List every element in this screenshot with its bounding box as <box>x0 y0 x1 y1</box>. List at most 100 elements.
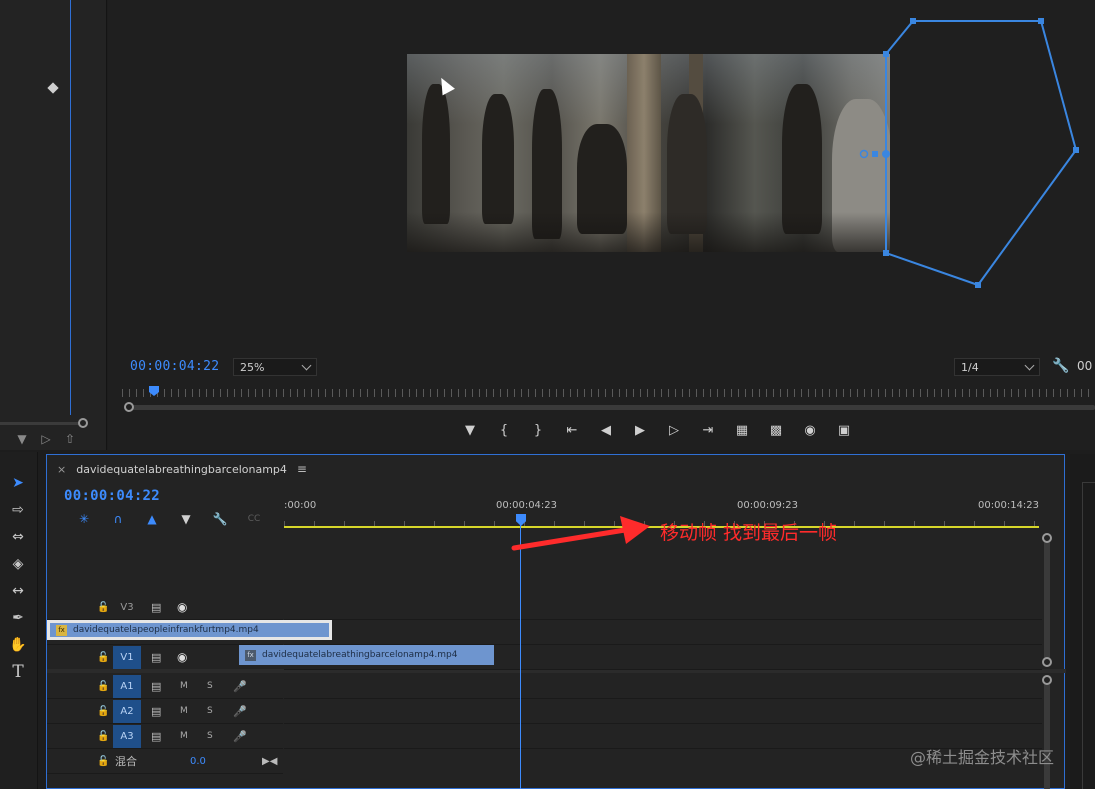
play-icon[interactable]: ▶ <box>623 420 657 440</box>
sync-lock-film-icon[interactable]: ▤ <box>151 680 161 693</box>
solo-button[interactable]: S <box>207 706 213 716</box>
filter-icon[interactable]: ▼ <box>14 432 30 446</box>
eye-icon[interactable]: ◉ <box>177 650 187 664</box>
microphone-icon[interactable]: 🎤 <box>233 680 247 693</box>
lock-icon[interactable]: 🔓 <box>97 652 109 663</box>
playback-resolution-select[interactable]: 1/4 <box>954 358 1040 376</box>
effect-controls-tools: ▼ ▷ ⇧ <box>14 432 78 446</box>
sync-lock-film-icon[interactable]: ▤ <box>151 730 161 743</box>
lane-a2[interactable] <box>284 699 1042 724</box>
slip-tool-icon[interactable]: ↔ <box>6 580 30 602</box>
compare-view-icon[interactable]: ▣ <box>827 420 861 440</box>
video-preview[interactable] <box>407 54 890 252</box>
go-to-out-icon[interactable]: ⇥ <box>691 420 725 440</box>
nest-sequence-icon[interactable]: ✳ <box>67 511 101 527</box>
close-icon[interactable]: × <box>57 463 66 476</box>
lane-v2[interactable] <box>284 620 1042 645</box>
mask-vertex[interactable] <box>1038 18 1044 24</box>
solo-button[interactable]: S <box>207 731 213 741</box>
track-header-v3[interactable]: 🔓 V3 ▤ ◉ <box>47 595 283 620</box>
zoom-level-select[interactable]: 25% <box>233 358 317 376</box>
ripple-edit-tool-icon[interactable]: ⇔ <box>6 526 30 548</box>
lane-v3[interactable] <box>284 595 1042 620</box>
overwrite-icon[interactable]: ▩ <box>759 420 793 440</box>
pen-tool-icon[interactable]: ✒ <box>6 607 30 629</box>
go-to-end-icon[interactable]: ▶◀ <box>262 756 277 767</box>
microphone-icon[interactable]: 🎤 <box>233 730 247 743</box>
clip-v2[interactable]: fx davidequatelapeopleinfrankfurtmp4.mp4 <box>47 620 332 640</box>
sync-lock-film-icon[interactable]: ▤ <box>151 651 161 664</box>
track-header-a2[interactable]: 🔓 A2 ▤ M S 🎤 <box>47 699 283 724</box>
program-monitor: 00:00:04:22 25% 1/4 🔧 00 ▼ { } ⇤ ◀ ▶ ▷ ⇥… <box>108 0 1095 450</box>
lock-icon[interactable]: 🔓 <box>97 731 109 742</box>
track-header-a3[interactable]: 🔓 A3 ▤ M S 🎤 <box>47 724 283 749</box>
keyframe-icon[interactable] <box>47 82 59 94</box>
lock-icon[interactable]: 🔓 <box>97 756 109 767</box>
lane-a1[interactable] <box>284 674 1042 699</box>
scroll-knob[interactable] <box>1042 675 1052 685</box>
sync-lock-film-icon[interactable]: ▤ <box>151 705 161 718</box>
lock-icon[interactable]: 🔓 <box>97 706 109 717</box>
eye-icon[interactable]: ◉ <box>177 600 187 614</box>
add-marker-icon[interactable]: ▼ <box>453 420 487 440</box>
settings-wrench-icon[interactable]: 🔧 <box>1052 358 1069 374</box>
clip-v1[interactable]: fx davidequatelabreathingbarcelonamp4.mp… <box>239 645 494 665</box>
type-tool-icon[interactable]: T <box>6 661 30 683</box>
effect-controls-playhead[interactable] <box>70 0 71 415</box>
track-name[interactable]: V1 <box>113 645 141 669</box>
scroll-track-audio <box>1044 681 1050 789</box>
scroll-knob[interactable] <box>1042 657 1052 667</box>
track-select-tool-icon[interactable]: ⇨ <box>6 499 30 521</box>
play-audio-icon[interactable]: ▷ <box>38 432 54 446</box>
mute-button[interactable]: M <box>180 681 188 691</box>
mark-in-icon[interactable]: { <box>487 420 521 440</box>
mask-vertex[interactable] <box>1073 147 1079 153</box>
sequence-name[interactable]: davidequatelabreathingbarcelonamp4 <box>76 463 287 476</box>
track-name[interactable]: A1 <box>113 674 141 698</box>
track-name[interactable]: V3 <box>113 596 141 619</box>
scroll-knob[interactable] <box>78 418 88 428</box>
insert-icon[interactable]: ▦ <box>725 420 759 440</box>
track-name[interactable]: A3 <box>113 724 141 748</box>
timeline-settings-wrench-icon[interactable]: 🔧 <box>203 511 237 527</box>
go-to-in-icon[interactable]: ⇤ <box>555 420 589 440</box>
mask-vertex[interactable] <box>910 18 916 24</box>
add-marker-icon[interactable]: ▼ <box>169 511 203 527</box>
track-header-mix[interactable]: 🔓 混合 0.0 ▶◀ <box>47 749 283 774</box>
lock-icon[interactable]: 🔓 <box>97 681 109 692</box>
program-timecode[interactable]: 00:00:04:22 <box>130 359 219 374</box>
timeline-timecode[interactable]: 00:00:04:22 <box>64 488 160 504</box>
snap-magnet-icon[interactable]: ∩ <box>101 511 135 527</box>
mix-volume-value[interactable]: 0.0 <box>190 756 206 767</box>
mask-vertex[interactable] <box>975 282 981 288</box>
linked-selection-icon[interactable]: ▲ <box>135 511 169 527</box>
mute-button[interactable]: M <box>180 731 188 741</box>
export-frame-camera-icon[interactable]: ◉ <box>793 420 827 440</box>
captions-cc-icon[interactable]: CC <box>237 511 271 527</box>
scroll-knob[interactable] <box>124 402 134 412</box>
program-zoom-scrollbar[interactable] <box>122 402 1095 412</box>
step-back-icon[interactable]: ◀ <box>589 420 623 440</box>
timeline-tab[interactable]: × davidequatelabreathingbarcelonamp4 ≡ <box>47 455 1064 483</box>
zoom-level-value: 25% <box>240 360 265 374</box>
timeline-playhead-line[interactable] <box>520 525 521 789</box>
mark-out-icon[interactable]: } <box>521 420 555 440</box>
track-header-a1[interactable]: 🔓 A1 ▤ M S 🎤 <box>47 674 283 699</box>
hand-tool-icon[interactable]: ✋ <box>6 634 30 656</box>
effect-controls-scrollbar[interactable] <box>0 418 90 428</box>
mask-outline[interactable] <box>885 20 1078 287</box>
mute-button[interactable]: M <box>180 706 188 716</box>
panel-menu-icon[interactable]: ≡ <box>297 462 307 476</box>
selection-tool-icon[interactable]: ➤ <box>6 472 30 494</box>
track-name[interactable]: A2 <box>113 699 141 723</box>
export-icon[interactable]: ⇧ <box>62 432 78 446</box>
program-time-ruler[interactable] <box>122 386 1095 402</box>
sync-lock-film-icon[interactable]: ▤ <box>151 601 161 614</box>
annotation-text: 移动帧 找到最后一帧 <box>660 522 838 544</box>
solo-button[interactable]: S <box>207 681 213 691</box>
lock-icon[interactable]: 🔓 <box>97 602 109 613</box>
scroll-knob[interactable] <box>1042 533 1052 543</box>
razor-tool-icon[interactable]: ◈ <box>6 553 30 575</box>
microphone-icon[interactable]: 🎤 <box>233 705 247 718</box>
step-forward-icon[interactable]: ▷ <box>657 420 691 440</box>
